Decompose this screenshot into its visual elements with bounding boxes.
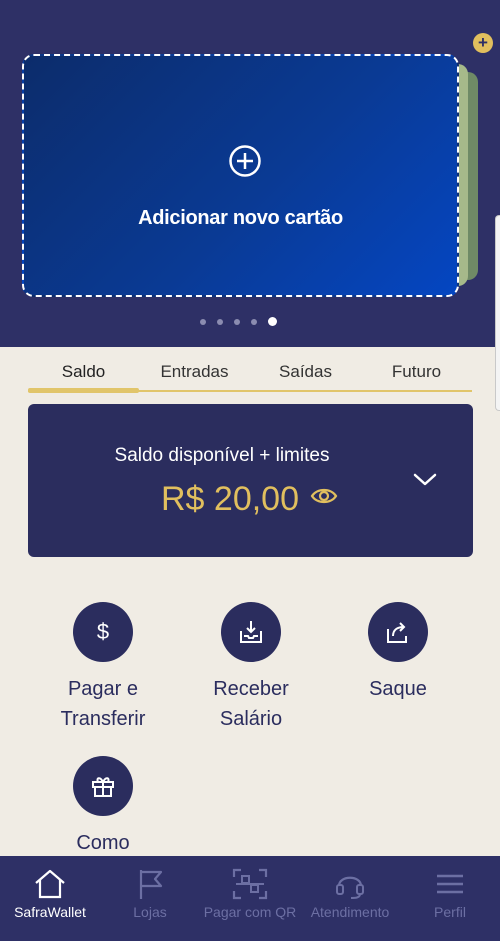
side-scroll-handle[interactable] <box>495 215 500 411</box>
chevron-down-icon[interactable] <box>412 470 438 488</box>
pay-transfer-label: Pagar e Transferir <box>60 678 146 730</box>
plus-circle-icon <box>229 145 261 177</box>
add-card-label: Adicionar novo cartão <box>138 207 343 229</box>
withdraw-action[interactable]: Saque <box>328 602 468 704</box>
nav-pagar-qr[interactable]: Pagar com QR <box>200 856 300 941</box>
balance-card[interactable]: Saldo disponível + limites R$ 20,00 <box>28 404 473 557</box>
nav-label: Lojas <box>133 904 167 920</box>
receive-salary-action[interactable]: Receber Salário <box>181 602 321 734</box>
tab-saidas[interactable]: Saídas <box>250 360 361 390</box>
carousel-dot-active[interactable] <box>268 317 277 326</box>
tab-saldo[interactable]: Saldo <box>28 360 139 393</box>
carousel-dot[interactable] <box>217 318 223 325</box>
how-to-label: Como <box>76 832 130 854</box>
nav-perfil[interactable]: Perfil <box>400 856 500 941</box>
balance-value: R$ 20,00 <box>161 480 299 518</box>
how-to-action[interactable]: Como <box>33 756 173 858</box>
carousel-dot[interactable] <box>200 318 206 325</box>
carousel-dot[interactable] <box>234 318 240 325</box>
pay-transfer-action[interactable]: $ Pagar e Transferir <box>33 602 173 734</box>
svg-text:$: $ <box>97 619 109 644</box>
nav-atendimento[interactable]: Atendimento <box>300 856 400 941</box>
headset-icon <box>336 876 364 899</box>
withdraw-label: Saque <box>369 678 427 700</box>
dollar-icon: $ <box>73 602 133 662</box>
home-icon <box>35 869 65 899</box>
menu-icon <box>437 874 463 894</box>
tab-entradas[interactable]: Entradas <box>139 360 250 390</box>
nav-label: Pagar com QR <box>203 904 297 920</box>
balance-tabs: Saldo Entradas Saídas Futuro <box>28 360 472 393</box>
nav-safrawallet[interactable]: SafraWallet <box>0 856 100 941</box>
add-new-card[interactable]: Adicionar novo cartão <box>22 54 459 297</box>
receive-salary-label: Receber Salário <box>213 678 289 730</box>
nav-label: SafraWallet <box>14 904 86 920</box>
nav-lojas[interactable]: Lojas <box>100 856 200 941</box>
share-out-icon <box>368 602 428 662</box>
balance-label: Saldo disponível + limites <box>114 445 330 466</box>
flag-icon <box>139 870 163 899</box>
qr-scan-icon <box>232 868 268 900</box>
bottom-navigation: SafraWallet Lojas Pagar com QR Atendimen… <box>0 856 500 941</box>
tab-futuro[interactable]: Futuro <box>361 360 472 390</box>
eye-icon[interactable] <box>310 486 338 506</box>
cards-header: + Adicionar novo cartão <box>0 0 500 347</box>
add-card-badge[interactable]: + <box>473 33 493 53</box>
nav-label: Perfil <box>434 904 466 920</box>
inbox-download-icon <box>221 602 281 662</box>
nav-label: Atendimento <box>310 904 390 920</box>
carousel-dot[interactable] <box>251 318 257 325</box>
carousel-indicator <box>200 317 277 326</box>
gift-icon <box>73 756 133 816</box>
